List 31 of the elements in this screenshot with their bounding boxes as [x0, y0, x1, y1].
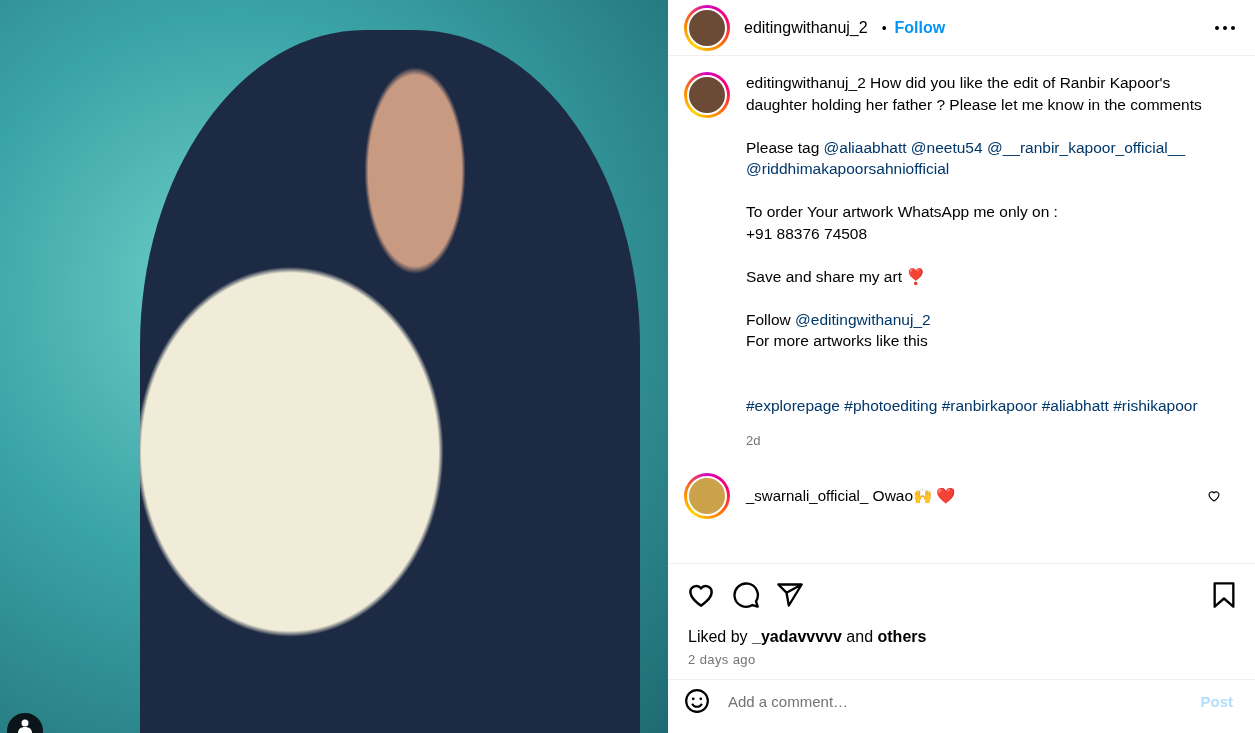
caption-text: Follow: [746, 310, 791, 328]
like-comment-icon[interactable]: [1207, 489, 1221, 503]
caption-text: To order Your artwork WhatsApp me only on : +91 88376 74508: [746, 203, 1058, 242]
username[interactable]: editingwithanuj_2: [744, 18, 868, 37]
caption-link[interactable]: #ranbirkapoor: [941, 396, 1038, 414]
avatar[interactable]: [684, 4, 730, 51]
caption-link[interactable]: @neetu54: [910, 138, 983, 156]
comment-icon[interactable]: [732, 581, 760, 609]
caption-link[interactable]: @riddhimakapoorsahniofficial: [746, 160, 950, 177]
caption-link[interactable]: @editingwithanuj_2: [795, 310, 931, 328]
separator: •: [881, 19, 887, 36]
person-icon: [17, 719, 33, 733]
caption-text: For more artworks like this: [746, 332, 928, 349]
post-time: 2d: [746, 431, 762, 450]
caption-link[interactable]: #explorepage: [746, 396, 840, 414]
share-icon[interactable]: [776, 581, 804, 609]
caption-link[interactable]: @aliaabhatt: [823, 138, 907, 156]
bookmark-icon[interactable]: [1211, 581, 1237, 609]
avatar[interactable]: [684, 473, 730, 519]
caption-text: Save and share my art ❣: [746, 267, 926, 285]
post-date: 2 days ago: [687, 651, 757, 669]
caption-link[interactable]: #rishikapoor: [1113, 396, 1198, 414]
emoji-icon[interactable]: [684, 688, 710, 714]
caption-link[interactable]: #photoediting: [844, 396, 938, 414]
likes-text: Liked by _yadavvvvv and others: [687, 627, 928, 646]
comment-text: _swarnali_official_ Owao🙌 ❤: [746, 487, 957, 505]
caption-text: editingwithanuj_2 How did you like the edit of Ranbir Kapoor's daughter holding her father ? Please let me know in the comments: [746, 73, 1203, 115]
caption-link[interactable]: @__ranbir_kapoor_official__: [986, 138, 1186, 156]
avatar[interactable]: [684, 72, 730, 118]
caption-text: Please tag: [746, 138, 820, 156]
caption-link[interactable]: #aliabhatt: [1041, 396, 1109, 414]
